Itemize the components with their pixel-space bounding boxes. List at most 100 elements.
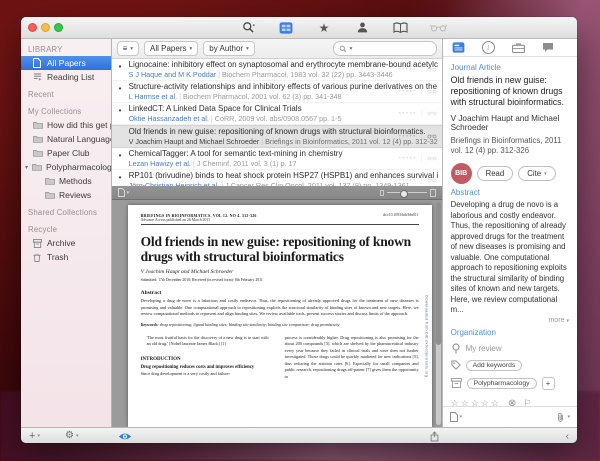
rating-dots[interactable]: •••••	[399, 178, 417, 184]
list-search-input[interactable]: ▾	[332, 41, 437, 56]
book-icon[interactable]	[391, 20, 409, 36]
share-button[interactable]	[430, 428, 439, 443]
rating-dots[interactable]: •••••	[399, 111, 417, 117]
tab-overview[interactable]	[452, 42, 465, 53]
chevron-down-icon: ▾	[75, 433, 79, 439]
paper-authors: Lezan Hawizy et al.	[128, 158, 191, 168]
paper-row[interactable]: • Lignocaine: inhibitory effect on synap…	[111, 59, 442, 81]
sidebar-item-reading-list[interactable]: Reading List	[21, 70, 111, 84]
minimize-button[interactable]	[41, 23, 50, 32]
sidebar-collection-polypharmacology[interactable]: ▾ Polypharmacology	[21, 160, 111, 174]
star-rating[interactable]: ☆☆☆☆☆	[451, 398, 501, 406]
filter-bar: ≡ ▾ All Papers ▾ by Author ▾ ▾	[111, 39, 442, 59]
paper-authors: L Harmse et al.	[128, 91, 178, 101]
zoom-button[interactable]	[54, 23, 63, 32]
rating-dots[interactable]: •••••	[399, 156, 417, 162]
rating-dots[interactable]: •••••	[399, 134, 417, 140]
pdf-page-header: BRIEFINGS IN BIOINFORMATICS. VOL 12. NO …	[140, 213, 419, 225]
sidebar-collection-reviews[interactable]: Reviews	[21, 188, 111, 202]
sidebar-item-label: Reading List	[47, 72, 95, 82]
more-link[interactable]: more ▾	[451, 317, 569, 324]
organization-header: Organization	[450, 327, 496, 337]
sidebar-item-archive[interactable]: Archive	[21, 236, 111, 250]
archive-icon	[33, 238, 43, 248]
close-button[interactable]	[28, 23, 37, 32]
flag-icon[interactable]: ⚐	[523, 398, 531, 406]
read-button[interactable]: Read	[476, 166, 514, 182]
rating-dots[interactable]: •••••	[399, 89, 417, 95]
library-sidebar: LIBRARY All Papers Reading List Recent M…	[21, 39, 112, 427]
reading-glasses-icon[interactable]	[429, 20, 447, 36]
collapse-panel-button[interactable]: ‹	[566, 428, 569, 443]
add-button[interactable]: + ▾	[29, 428, 40, 443]
sidebar-item-all-papers[interactable]: All Papers	[21, 56, 111, 70]
intro-subheading: Drug repositioning reduces costs and imp…	[140, 365, 255, 371]
tag-icon	[450, 360, 461, 371]
list-view-menu-button[interactable]: ≡ ▾	[116, 41, 140, 56]
cite-button[interactable]: Cite ▾	[518, 166, 556, 182]
folder-icon	[33, 120, 43, 130]
folder-icon	[33, 134, 43, 144]
mark-unread-icon[interactable]: ⊗	[508, 398, 516, 406]
sidebar-collection[interactable]: Paper Club	[21, 146, 111, 160]
details-actions: BIB Read Cite ▾	[450, 163, 569, 185]
page-icon	[117, 188, 125, 197]
keywords-line: Keywords: drug repositioning; ligand bin…	[140, 322, 340, 328]
sidebar-collection[interactable]: Natural Language Proce...	[21, 132, 111, 146]
zoom-slider[interactable]	[386, 189, 427, 198]
unread-dot: •	[118, 106, 122, 115]
intro-heading: INTRODUCTION	[140, 356, 181, 362]
people-icon[interactable]	[353, 20, 371, 36]
add-keywords-button[interactable]: Add keywords	[465, 359, 523, 371]
paper-row[interactable]: • ChemicalTagger: A tool for semantic te…	[111, 148, 442, 170]
rating-dots[interactable]: •••••	[399, 67, 417, 73]
paper-list: • Lignocaine: inhibitory effect on synap…	[111, 59, 442, 186]
pdf-zoom-control	[379, 188, 436, 198]
abstract-text: Developing a drug de novo is a laborious…	[140, 298, 419, 317]
pdf-scrollbar[interactable]	[435, 202, 441, 425]
sidebar-item-trash[interactable]: Trash	[21, 250, 111, 264]
paper-row[interactable]: • Structure-activity relationships and i…	[111, 81, 442, 103]
settings-button[interactable]: ⚙ ▾	[65, 428, 78, 443]
disclosure-triangle-icon[interactable]: ▾	[25, 164, 28, 171]
view-pdf-toggle[interactable]	[118, 428, 132, 443]
favorites-icon[interactable]: ★	[315, 20, 333, 36]
document-menu-button[interactable]: ▾	[449, 412, 462, 422]
sidebar-item-label: Archive	[47, 238, 76, 248]
read-glasses-icon	[427, 111, 437, 116]
scope-dropdown[interactable]: All Papers ▾	[144, 41, 199, 56]
paper-row-selected[interactable]: Old friends in new guise: repositioning …	[111, 125, 442, 148]
doi: doi:10.1093/bib/bbr011	[382, 213, 419, 217]
paper-source: CoRR, 2009 vol. abs/0908.0567 pp. 1-5	[214, 113, 342, 123]
tab-notes[interactable]	[542, 42, 554, 53]
search-icon[interactable]	[239, 20, 257, 36]
paper-title: ChemicalTagger: A tool for semantic text…	[128, 149, 343, 158]
chevron-left-icon: ‹	[565, 430, 569, 442]
sidebar-collection-methods[interactable]: Methods	[21, 174, 111, 188]
pdf-viewer[interactable]: BRIEFINGS IN BIOINFORMATICS. VOL 12. NO …	[111, 200, 442, 427]
library-view-icon[interactable]	[277, 20, 295, 36]
paper-row[interactable]: • RP101 (brivudine) binds to heat shock …	[112, 170, 442, 186]
details-authors: V Joachim Haupt and Michael Schroeder	[450, 113, 560, 132]
sidebar-collection[interactable]: How did this get published?	[21, 118, 111, 132]
paper-authors: V Joachim Haupt and Michael Schroeder	[128, 136, 260, 146]
tab-supplements[interactable]	[511, 42, 525, 53]
page-display-menu-button[interactable]: ▾	[117, 188, 129, 197]
papers-icon	[33, 58, 43, 68]
article-type: Journal Article	[450, 63, 501, 72]
details-body: Journal Article Old friends in new guise…	[443, 57, 577, 406]
rating-row: ☆☆☆☆☆ ⊗ ⚐	[451, 398, 569, 406]
add-collection-button[interactable]: +	[541, 376, 555, 390]
attachments-button[interactable]: ▾	[556, 412, 570, 423]
paper-row[interactable]: • LinkedCT: A Linked Data Space for Clin…	[111, 103, 442, 125]
sort-dropdown[interactable]: by Author ▾	[203, 41, 255, 56]
collection-tag[interactable]: Polypharmacology	[466, 377, 537, 389]
review-row[interactable]: My review	[451, 343, 569, 354]
abstract-header: Abstract	[450, 188, 480, 198]
tab-info[interactable]: i	[481, 41, 495, 54]
pdf-toolbar: ▾	[111, 186, 442, 200]
zoom-slider-knob[interactable]	[399, 189, 408, 198]
read-glasses-icon	[427, 89, 437, 94]
gear-icon: ⚙	[65, 430, 74, 441]
page-icon	[449, 412, 458, 422]
